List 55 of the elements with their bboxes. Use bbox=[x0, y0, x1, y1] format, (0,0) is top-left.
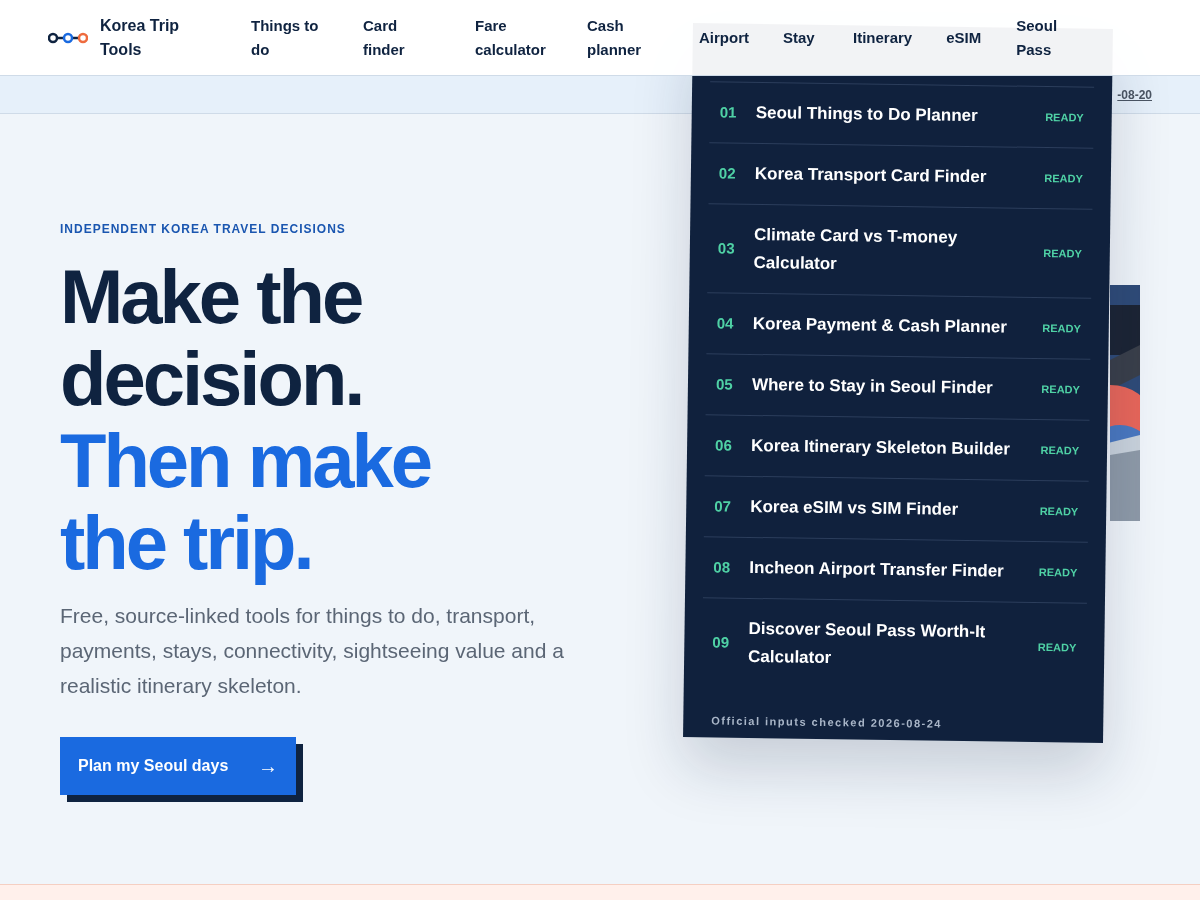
status-label: READY bbox=[1040, 442, 1081, 459]
tool-title: Discover Seoul Pass Worth-It Calculator bbox=[747, 617, 987, 670]
tool-row[interactable]: 05 Where to Stay in Seoul Finder READY bbox=[705, 353, 1091, 420]
tool-number: 06 bbox=[714, 435, 733, 456]
tool-number: 08 bbox=[712, 557, 732, 578]
status-label: READY bbox=[1042, 320, 1082, 337]
tool-number: 09 bbox=[711, 632, 731, 653]
tool-number: 03 bbox=[716, 238, 736, 259]
lead-paragraph: Free, source-linked tools for things to do, transport, payments, stays, connectivity, sightseeing value and a realistic itinerary skeleton. bbox=[60, 603, 565, 699]
tool-row[interactable]: 06 Korea Itinerary Skeleton Builder READY bbox=[704, 414, 1090, 481]
tool-number: 02 bbox=[717, 163, 737, 184]
status-label: READY bbox=[1039, 503, 1080, 520]
nav-link[interactable]: Fare calculator bbox=[475, 13, 553, 62]
status-label: READY bbox=[1044, 170, 1084, 187]
tool-number: 01 bbox=[718, 102, 738, 123]
eyebrow-text: INDEPENDENT KOREA TRAVEL DECISIONS bbox=[60, 221, 346, 238]
tool-title: Where to Stay in Seoul Finder bbox=[751, 373, 994, 400]
tool-row[interactable]: 02 Korea Transport Card Finder READY bbox=[708, 142, 1094, 209]
tool-title: Korea Transport Card Finder bbox=[754, 163, 988, 189]
nav-link[interactable]: Itinerary bbox=[853, 25, 913, 50]
nav-link[interactable]: Cash planner bbox=[587, 13, 665, 62]
arrow-icon: → bbox=[258, 751, 278, 781]
brand-name[interactable]: Korea Trip Tools bbox=[100, 13, 190, 62]
tool-row[interactable]: 09 Discover Seoul Pass Worth-It Calculator READY bbox=[701, 597, 1087, 692]
nav-link[interactable]: Things to do bbox=[251, 13, 329, 62]
tool-number: 04 bbox=[715, 313, 735, 334]
panel-footer: Official inputs checked 2026-08-24 bbox=[701, 712, 1086, 735]
nav-link[interactable]: Card finder bbox=[363, 13, 441, 62]
nav-link[interactable]: Seoul Pass bbox=[1016, 13, 1095, 62]
status-label: READY bbox=[1045, 109, 1085, 126]
tool-row[interactable]: 07 Korea eSIM vs SIM Finder READY bbox=[703, 475, 1089, 542]
tool-title: Seoul Things to Do Planner bbox=[755, 102, 979, 128]
tool-row[interactable]: 08 Incheon Airport Transfer Finder READY bbox=[703, 536, 1088, 603]
logo-icon bbox=[48, 30, 88, 45]
nav-link[interactable]: eSIM bbox=[946, 25, 983, 50]
tool-title: Korea eSIM vs SIM Finder bbox=[750, 495, 960, 521]
headline-text: Make the decision. bbox=[60, 256, 364, 420]
status-label: READY bbox=[1043, 245, 1083, 262]
nav-link[interactable]: Airport bbox=[699, 25, 749, 50]
notice-link[interactable]: -08-20 bbox=[1117, 85, 1152, 104]
status-label: READY bbox=[1041, 381, 1081, 398]
status-label: READY bbox=[1037, 639, 1078, 656]
tool-row[interactable]: 01 Seoul Things to Do Planner READY bbox=[709, 81, 1095, 148]
tool-row[interactable]: 04 Korea Payment & Cash Planner READY bbox=[706, 292, 1092, 359]
nav-link[interactable]: Stay bbox=[783, 25, 819, 50]
tool-row[interactable]: 03 Climate Card vs T-money Calculator READY bbox=[707, 203, 1093, 298]
tool-title: Climate Card vs T-money Calculator bbox=[753, 224, 959, 276]
status-label: READY bbox=[1038, 564, 1079, 581]
tool-number: 07 bbox=[713, 496, 733, 517]
tool-title: Korea Payment & Cash Planner bbox=[752, 312, 1009, 339]
tool-title: Incheon Airport Transfer Finder bbox=[749, 556, 1005, 583]
cta-button[interactable]: Plan my Seoul days → bbox=[60, 737, 296, 795]
tool-title: Korea Itinerary Skeleton Builder bbox=[750, 434, 1012, 461]
tool-number: 05 bbox=[714, 374, 734, 395]
headline-text: Then make the trip. bbox=[60, 420, 432, 584]
